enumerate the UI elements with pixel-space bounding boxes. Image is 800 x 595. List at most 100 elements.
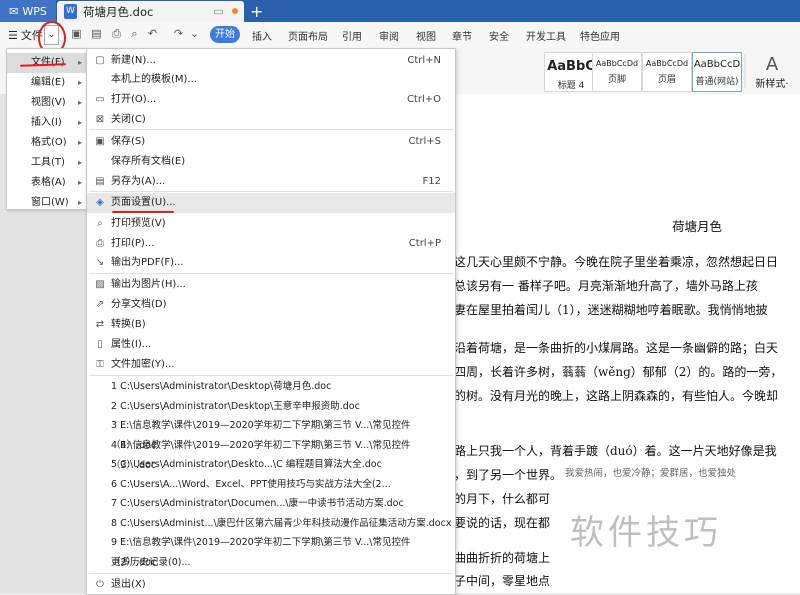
tab-insert[interactable]: 插入: [252, 28, 272, 43]
save-all-icon: [94, 156, 106, 168]
undo-icon[interactable]: ↶: [146, 27, 159, 40]
menu-item-label: 视图(V): [31, 97, 66, 108]
submenu-item[interactable]: ⇗ 分享文档(D): [87, 295, 455, 315]
submenu-item-label: 属性(I)...: [111, 339, 152, 350]
chevron-right-icon: ▸: [77, 138, 82, 147]
ribbon-divider: [744, 54, 746, 88]
file-submenu: ▢ 新建(N)... Ctrl+N 本机上的模板(M)... ▭ 打开(O)... Ctrl…: [86, 48, 456, 595]
style-preview: AaBbCcDd: [595, 59, 639, 68]
wps-home-tab[interactable]: ✉ WPS: [0, 0, 56, 22]
chevron-right-icon: ▸: [77, 58, 82, 67]
export-icon[interactable]: ▤: [90, 27, 103, 40]
submenu-item-label: 关闭(C): [111, 114, 146, 125]
submenu-item[interactable]: ▣ 保存(S) Ctrl+S: [87, 132, 455, 152]
more-icon[interactable]: ⌄: [188, 27, 201, 40]
submenu-item[interactable]: ⇄ 转换(B): [87, 315, 455, 335]
recent-file-item[interactable]: 3 E:\信息教学\课件\2019—2020学年初二下学期\第三节 V...\常…: [87, 416, 455, 451]
tab-view[interactable]: 视图: [416, 28, 436, 43]
submenu-item[interactable]: ↘ 输出为PDF(F)...: [87, 253, 455, 273]
exit-menu-item[interactable]: ⏻ 退出(X): [87, 575, 455, 595]
page-setup-icon: ◈: [96, 197, 104, 208]
menu-item-label: 工具(T): [31, 157, 65, 168]
recent-file-item[interactable]: 7 C:\Users\Administrator\Documen...\康一中读…: [87, 494, 455, 514]
chevron-right-icon: ▸: [77, 78, 82, 87]
exit-label: 退出(X): [111, 579, 146, 590]
main-toolbar: ☰ 文件 ⌄ ▣ ▤ ⎙ ⌕ ↶ ↷ ⌄ 开始 插入 页面布局 引用 审阅 视图…: [0, 21, 800, 55]
submenu-item[interactable]: ▭ 打开(O)... Ctrl+O: [87, 90, 455, 110]
new-style-button[interactable]: A 新样式·: [752, 54, 792, 90]
tab-security[interactable]: 安全: [489, 28, 509, 43]
preview-icon[interactable]: ⌕: [128, 27, 141, 40]
recent-file-item[interactable]: 9 E:\信息教学\课件\2019—2020学年初二下学期\第三节 V...\常…: [87, 533, 455, 568]
menu-item-table[interactable]: 表格(A) ▸: [7, 173, 87, 193]
menu-separator: [89, 573, 453, 574]
menu-item-label: 窗口(W): [31, 197, 69, 208]
submenu-item[interactable]: ⚿ 文件加密(Y)...: [87, 355, 455, 375]
document-tab[interactable]: W 荷塘月色.doc ▭: [57, 1, 244, 22]
submenu-item[interactable]: ⎙ 打印(P)... Ctrl+P: [87, 234, 455, 254]
menu-separator: [89, 273, 453, 274]
tab-page-layout[interactable]: 页面布局: [288, 28, 328, 43]
save-icon[interactable]: ▣: [70, 27, 83, 40]
annotation-underline: [112, 211, 174, 213]
submenu-item[interactable]: ◈ 页面设置(U)...: [87, 193, 455, 213]
convert-icon: ⇄: [95, 319, 105, 330]
open-folder-icon: ▭: [95, 94, 105, 105]
menu-item-label: 插入(I): [31, 117, 62, 128]
recent-file-item[interactable]: 1 C:\Users\Administrator\Desktop\荷塘月色.do…: [87, 377, 455, 397]
menu-item-window[interactable]: 窗口(W) ▸: [7, 193, 87, 213]
style-preview: AaBbCcD: [693, 59, 741, 70]
submenu-item-label: 转换(B): [111, 319, 146, 330]
submenu-item[interactable]: ⌕ 打印预览(V): [87, 214, 455, 234]
document-line: 的树。没有月光的晚上，这路上阴森森的，有些怕人。今晚却: [454, 389, 779, 403]
submenu-item-label: 输出为图片(H)...: [111, 279, 186, 290]
tab-start[interactable]: 开始: [210, 26, 240, 43]
submenu-item[interactable]: ▨ 输出为图片(H)...: [87, 275, 455, 295]
shortcut-label: Ctrl+P: [408, 238, 441, 249]
style-name: 页脚: [607, 75, 626, 85]
tab-special[interactable]: 特色应用: [580, 28, 620, 43]
submenu-item[interactable]: ⊠ 关闭(C): [87, 110, 455, 130]
submenu-item[interactable]: ▤ 另存为(A)... F12: [87, 172, 455, 192]
recent-file-item[interactable]: 6 C:\Users\A...\Word、Excel、PPT使用技巧与实战方法大…: [87, 475, 455, 495]
encrypt-icon: ⚿: [96, 359, 104, 370]
redo-icon[interactable]: ↷: [172, 27, 185, 40]
recent-file-item[interactable]: 更多历史记录(0)...: [87, 553, 455, 573]
submenu-item[interactable]: ▢ 新建(N)... Ctrl+N: [87, 51, 455, 71]
tab-chapter[interactable]: 章节: [452, 28, 472, 43]
submenu-item-label: 打印(P)...: [111, 238, 155, 249]
submenu-item[interactable]: ▯ 属性(I)...: [87, 335, 455, 355]
submenu-item-label: 打印预览(V): [111, 218, 166, 229]
print-preview-icon: ⌕: [97, 218, 103, 229]
new-tab-button[interactable]: +: [250, 2, 263, 21]
document-line: 路上只我一个人，背着手踱（duó）着。这一片天地好像是我: [454, 444, 777, 458]
menu-item-format[interactable]: 格式(O) ▸: [7, 133, 87, 153]
document-line: 总该另有一 番样子吧。月亮渐渐地升高了，墙外马路上孩: [454, 279, 758, 293]
template-icon: [94, 74, 106, 86]
menu-item-insert[interactable]: 插入(I) ▸: [7, 113, 87, 133]
window-mode-icon[interactable]: ▭: [213, 4, 224, 18]
export-image-icon: ▨: [95, 279, 105, 290]
tab-developer[interactable]: 开发工具: [526, 28, 566, 43]
recent-file-item[interactable]: 4 E:\信息教学\课件\2019—2020学年初二下学期\第三节 V...\常…: [87, 436, 455, 471]
style-header[interactable]: AaBbCcDd 页眉: [642, 52, 692, 92]
menu-item-view[interactable]: 视图(V) ▸: [7, 93, 87, 113]
recent-file-item[interactable]: 5 C:\Users\Administrator\Deskto...\C 编程题…: [87, 455, 455, 475]
tab-review[interactable]: 审阅: [379, 28, 399, 43]
tab-references[interactable]: 引用: [342, 28, 362, 43]
shortcut-label: Ctrl+S: [408, 136, 441, 147]
menu-item-edit[interactable]: 编辑(E) ▸: [7, 73, 87, 93]
shortcut-label: F12: [422, 176, 441, 187]
style-heading4[interactable]: AaBbC 标题 4: [544, 52, 598, 92]
print-icon[interactable]: ⎙: [110, 27, 123, 40]
new-style-icon: A: [765, 54, 779, 75]
recent-file-item[interactable]: 8 C:\Users\Administ...\康巴什区第六届青少年科技动漫作品征…: [87, 514, 455, 534]
menu-item-tools[interactable]: 工具(T) ▸: [7, 153, 87, 173]
new-doc-icon: ▢: [95, 55, 105, 66]
submenu-item[interactable]: 保存所有文档(E): [87, 152, 455, 172]
share-icon: ⇗: [95, 299, 105, 310]
submenu-item[interactable]: 本机上的模板(M)...: [87, 70, 455, 90]
style-normal-web[interactable]: AaBbCcD 普通(网站): [692, 52, 742, 92]
style-footer[interactable]: AaBbCcDd 页脚: [592, 52, 642, 92]
recent-file-item[interactable]: 2 C:\Users\Administrator\Desktop\王意辛申报资助…: [87, 397, 455, 417]
